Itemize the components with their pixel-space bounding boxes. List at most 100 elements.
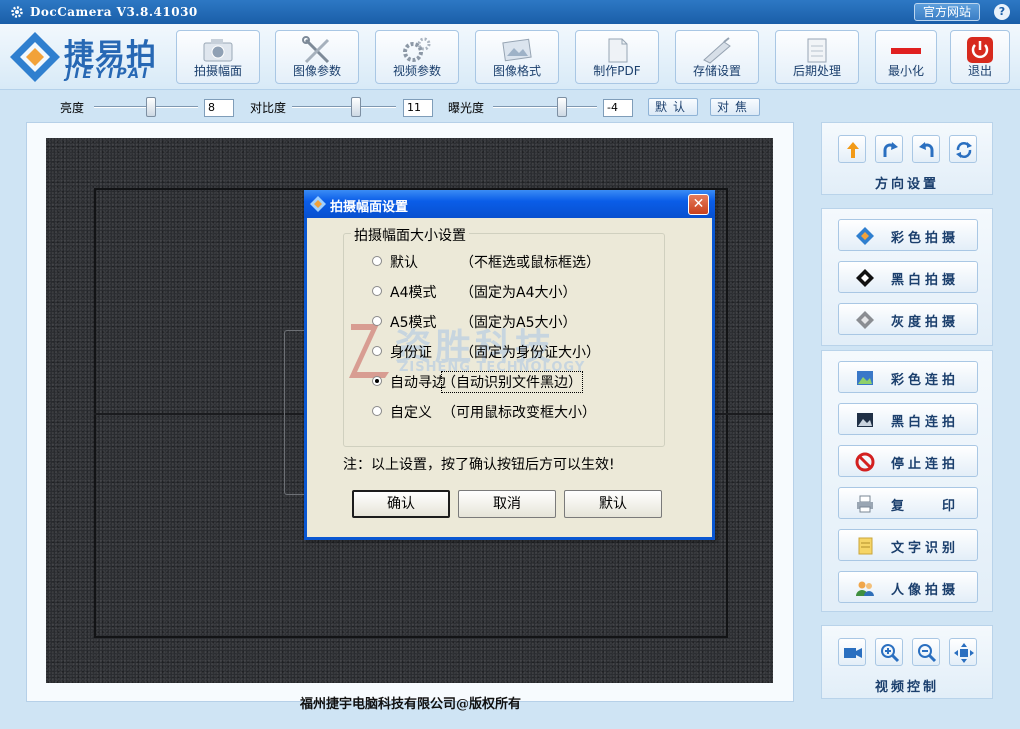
default-adjust-button[interactable]: 默认	[648, 98, 698, 116]
video-record-button[interactable]	[838, 638, 866, 666]
pdf-icon	[608, 38, 628, 63]
rotate-left-icon	[919, 142, 934, 157]
gray-capture-icon	[856, 311, 874, 329]
gray-capture-button[interactable]: 灰度拍摄	[838, 303, 978, 335]
toolbar-video-params-button[interactable]: 视频参数	[375, 30, 459, 84]
focus-button[interactable]: 对焦	[710, 98, 760, 116]
rotate-right-button[interactable]	[875, 135, 903, 163]
dialog-default-button[interactable]: 默认	[564, 490, 662, 518]
rotate-left-button[interactable]	[912, 135, 940, 163]
toolbar-image-params-button[interactable]: 图像参数	[275, 30, 359, 84]
contrast-label: 对比度	[250, 101, 287, 115]
power-icon	[967, 37, 993, 63]
storage-icon	[703, 37, 731, 64]
portrait-capture-button[interactable]: 人像拍摄	[838, 571, 978, 603]
people-icon	[856, 581, 874, 596]
main-toolbar: 捷易拍 JIEYIPAI 拍摄幅面 图像参数 视频参数 图像格式 制作PDF 存…	[0, 24, 1020, 90]
rotate-up-button[interactable]	[838, 135, 866, 163]
radio-button-checked[interactable]	[372, 376, 382, 386]
copyright-text: 福州捷宇电脑科技有限公司@版权所有	[300, 697, 522, 712]
color-capture-icon	[856, 227, 874, 245]
stop-icon	[855, 452, 875, 472]
image-format-icon	[502, 38, 532, 62]
zoom-out-button[interactable]	[912, 638, 940, 666]
exposure-slider[interactable]	[493, 106, 597, 108]
bw-burst-icon	[857, 413, 873, 427]
radio-button[interactable]	[372, 316, 382, 326]
toolbar-exit-button[interactable]: 退出	[950, 30, 1010, 84]
radio-button[interactable]	[372, 256, 382, 266]
toolbar-minimize-button[interactable]: 最小化	[875, 30, 937, 84]
stop-burst-button[interactable]: 停止连拍	[838, 445, 978, 477]
toolbar-capture-size-button[interactable]: 拍摄幅面	[176, 30, 260, 84]
radio-button[interactable]	[372, 406, 382, 416]
bw-capture-button[interactable]: 黑白拍摄	[838, 261, 978, 293]
toolbar-post-processing-button[interactable]: 后期处理	[775, 30, 859, 84]
gears-icon	[403, 37, 431, 62]
adjust-bar: 亮度 8 对比度 11 曝光度 -4 默认 对焦	[0, 90, 1020, 122]
bw-burst-button[interactable]: 黑白连拍	[838, 403, 978, 435]
printer-icon	[857, 495, 873, 513]
rotate-reset-button[interactable]	[949, 135, 977, 163]
capture-mode-panel: 彩色拍摄 黑白拍摄 灰度拍摄	[821, 208, 993, 346]
color-burst-icon	[857, 371, 873, 385]
video-control-title: 视频控制	[874, 680, 939, 695]
zoom-in-icon	[881, 644, 900, 663]
contrast-value[interactable]: 11	[403, 99, 433, 117]
brightness-value[interactable]: 8	[204, 99, 234, 117]
copy-print-button[interactable]: 复 印	[838, 487, 978, 519]
tools-icon	[302, 36, 330, 64]
contrast-slider-thumb[interactable]	[351, 97, 362, 117]
zoom-in-button[interactable]	[875, 638, 903, 666]
brightness-slider-thumb[interactable]	[146, 97, 157, 117]
exposure-slider-thumb[interactable]	[556, 97, 567, 117]
app-gear-icon	[11, 6, 23, 18]
size-settings-group: 拍摄幅面大小设置 默认 （不框选或鼠标框选） A4模式 （固定为A4大小） A5…	[343, 225, 665, 447]
toolbar-image-format-button[interactable]: 图像格式	[475, 30, 559, 84]
rotate-right-icon	[883, 142, 898, 157]
dialog-note: 注：以上设置，按了确认按钮后方可以生效!	[343, 457, 615, 473]
dialog-close-button[interactable]: ✕	[688, 194, 709, 215]
radio-button[interactable]	[372, 286, 382, 296]
ocr-button[interactable]: 文字识别	[838, 529, 978, 561]
arrow-up-icon	[847, 142, 859, 158]
dialog-title: 拍摄幅面设置	[330, 200, 409, 215]
brightness-label: 亮度	[60, 101, 85, 115]
exposure-label: 曝光度	[448, 101, 485, 115]
action-panel: 彩色连拍 黑白连拍 停止连拍 复 印 文字识别 人像拍摄	[821, 350, 993, 612]
surface-slot	[284, 330, 306, 495]
group-title: 拍摄幅面大小设置	[351, 225, 469, 245]
window-title: DocCamera V3.8.41030	[30, 5, 198, 19]
title-bar: DocCamera V3.8.41030 官方网站 ?	[0, 0, 1020, 24]
radio-button[interactable]	[372, 346, 382, 356]
move-arrows-icon	[954, 643, 974, 663]
dialog-cancel-button[interactable]: 取消	[458, 490, 556, 518]
logo-sub: JIEYIPAI	[66, 66, 151, 82]
video-camera-icon	[844, 648, 862, 658]
zoom-out-icon	[918, 644, 937, 663]
document-icon	[858, 537, 873, 555]
video-control-panel: 视频控制	[821, 625, 993, 699]
fit-view-button[interactable]	[949, 638, 977, 666]
logo-diamond-icon	[10, 32, 60, 82]
exposure-value[interactable]: -4	[603, 99, 633, 117]
toolbar-make-pdf-button[interactable]: 制作PDF	[575, 30, 659, 84]
official-site-button[interactable]: 官方网站	[913, 3, 980, 21]
color-burst-button[interactable]: 彩色连拍	[838, 361, 978, 393]
direction-title: 方向设置	[874, 177, 939, 192]
contrast-slider[interactable]	[292, 106, 396, 108]
jieyipai-logo: 捷易拍 JIEYIPAI	[8, 28, 168, 86]
bw-capture-icon	[856, 269, 874, 287]
camera-icon	[203, 39, 233, 62]
toolbar-storage-settings-button[interactable]: 存储设置	[675, 30, 759, 84]
help-icon[interactable]: ?	[994, 4, 1010, 20]
dialog-ok-button[interactable]: 确认	[352, 490, 450, 518]
minimize-icon	[891, 48, 921, 54]
dialog-title-bar: 拍摄幅面设置 ✕	[304, 190, 715, 218]
refresh-icon	[956, 142, 972, 158]
dialog-logo-icon	[310, 196, 326, 212]
color-capture-button[interactable]: 彩色拍摄	[838, 219, 978, 251]
notepad-icon	[807, 38, 827, 63]
direction-panel: 方向设置	[821, 122, 993, 195]
capture-size-dialog: 拍摄幅面设置 ✕ 资胜科技 ZISHENG TECHNOLOGY 拍摄幅面大小设…	[304, 190, 715, 540]
